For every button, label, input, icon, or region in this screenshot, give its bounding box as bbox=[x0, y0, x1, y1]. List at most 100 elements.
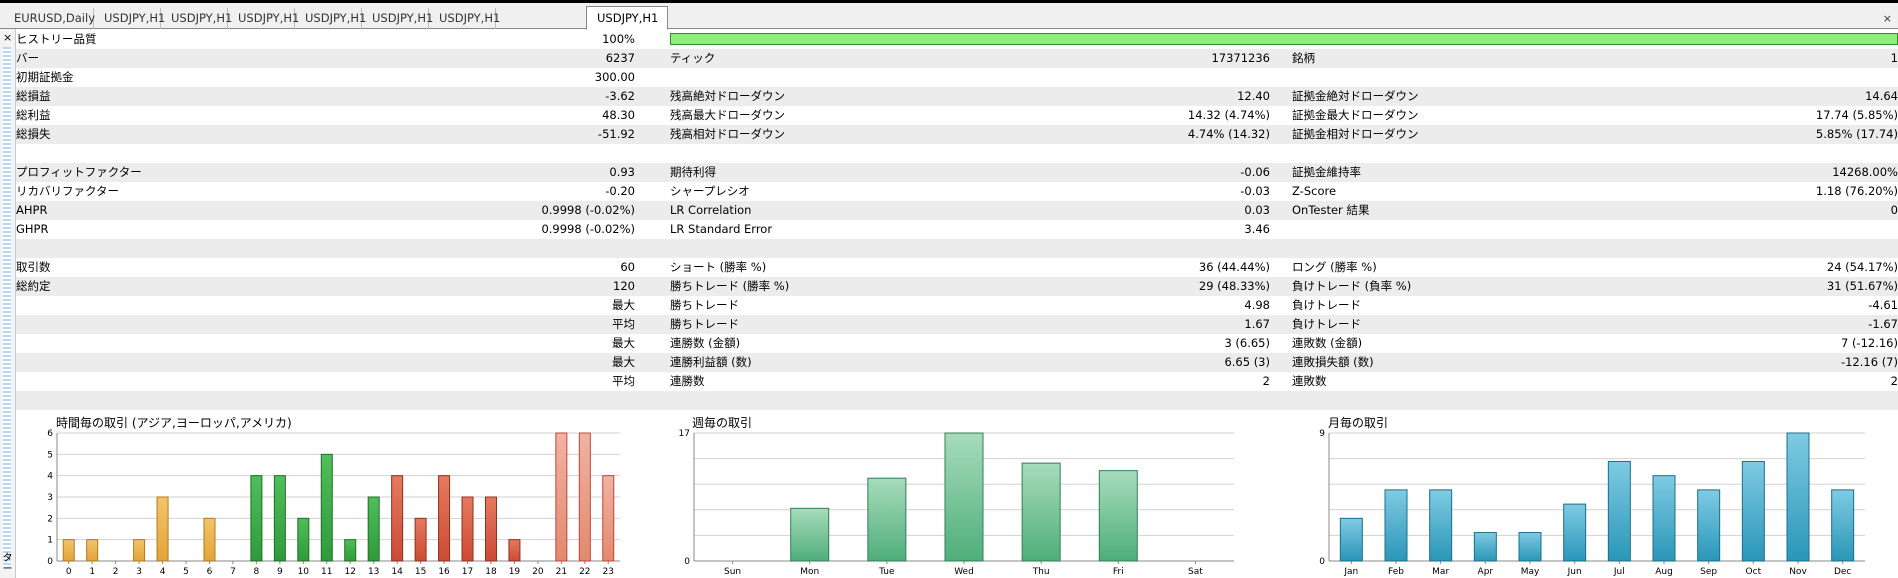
backtest-report: ヒストリー品質 100% バー 6237 ティック 17371236 銘柄 1 初期証拠金 3… bbox=[16, 30, 1898, 410]
report-row: 取引数 60 ショート (勝率 %) 36 (44.44%) ロング (勝率 %) 24 … bbox=[16, 258, 1898, 277]
x-tick-label: 19 bbox=[509, 567, 521, 577]
report-row: リカバリファクター -0.20 シャープレシオ -0.03 Z-Score 1.18 (7… bbox=[16, 182, 1898, 201]
report-cell-value-1: 0.93 bbox=[609, 165, 635, 179]
tab-eurusd-daily[interactable]: EURUSD,Daily bbox=[4, 8, 95, 29]
report-cell-value-1: 0.9998 (-0.02%) bbox=[541, 222, 635, 236]
report-row bbox=[16, 144, 1898, 163]
x-tick-label: Sun bbox=[724, 567, 741, 577]
x-tick-label: 9 bbox=[277, 567, 283, 577]
y-tick-label: 0 bbox=[1319, 557, 1325, 567]
x-tick-label: 7 bbox=[230, 567, 236, 577]
report-cell-value-3: 14.64 bbox=[1865, 89, 1898, 103]
x-tick-label: 23 bbox=[603, 567, 614, 577]
x-tick-label: 15 bbox=[415, 567, 426, 577]
tab-usdjpy-h1-4[interactable]: USDJPY,H1 bbox=[295, 8, 366, 29]
report-cell-value-3: -4.61 bbox=[1868, 298, 1898, 312]
x-tick-label: 10 bbox=[298, 567, 310, 577]
report-cell-value-1: 平均 bbox=[612, 317, 635, 331]
bar bbox=[1741, 460, 1765, 562]
report-cell-label-2: 残高最大ドローダウン bbox=[670, 108, 785, 122]
report-cell-value-2: 3.46 bbox=[1244, 222, 1270, 236]
report-cell-value-2: 12.40 bbox=[1237, 89, 1270, 103]
report-cell-label-3: ロング (勝率 %) bbox=[1292, 260, 1377, 274]
bar bbox=[344, 539, 357, 562]
tab-usdjpy-h1-3[interactable]: USDJPY,H1 bbox=[228, 8, 299, 29]
report-cell-value-2: 3 (6.65) bbox=[1224, 336, 1270, 350]
bar bbox=[508, 539, 521, 562]
report-cell-value-2: 4.98 bbox=[1244, 298, 1270, 312]
report-cell-value-3: 31 (51.67%) bbox=[1826, 279, 1898, 293]
report-row: 総損失 -51.92 残高相対ドローダウン 4.74% (14.32) 証拠金相対ドロー… bbox=[16, 125, 1898, 144]
bar bbox=[273, 475, 286, 562]
report-cell-label-3: 連敗数 bbox=[1292, 374, 1327, 388]
report-cell-value-3: 5.85% (17.74) bbox=[1815, 127, 1898, 141]
bar bbox=[297, 517, 310, 562]
tab-usdjpy-h1-active[interactable]: USDJPY,H1 bbox=[586, 6, 668, 30]
report-cell-value-3: -1.67 bbox=[1868, 317, 1898, 331]
x-tick-label: 11 bbox=[321, 567, 332, 577]
report-cell-value-3: 7 (-12.16) bbox=[1840, 336, 1898, 350]
y-tick-label: 1 bbox=[47, 536, 53, 546]
report-cell-label-3: 負けトレード bbox=[1292, 317, 1361, 331]
bar bbox=[790, 507, 830, 562]
report-cell-value-1: 平均 bbox=[612, 374, 635, 388]
x-tick-label: 21 bbox=[556, 567, 567, 577]
report-cell-value-1: -51.92 bbox=[597, 127, 635, 141]
close-icon[interactable]: × bbox=[1883, 12, 1892, 25]
x-tick-label: Jul bbox=[1613, 567, 1625, 577]
bar bbox=[602, 475, 615, 562]
tab-usdjpy-h1-1[interactable]: USDJPY,H1 bbox=[94, 8, 165, 29]
x-tick-label: Mar bbox=[1432, 567, 1449, 577]
report-cell-label-2: 勝ちトレード bbox=[670, 298, 739, 312]
bar bbox=[1786, 432, 1810, 562]
report-cell-value-2: -0.06 bbox=[1240, 165, 1270, 179]
x-tick-label: 16 bbox=[438, 567, 450, 577]
report-cell-label-2: 連勝利益額 (数) bbox=[670, 355, 752, 369]
report-row: 総約定 120 勝ちトレード (勝率 %) 29 (48.33%) 負けトレード (負率… bbox=[16, 277, 1898, 296]
bar bbox=[1473, 532, 1497, 562]
x-tick-label: 18 bbox=[485, 567, 497, 577]
bar bbox=[391, 475, 404, 562]
report-cell-label-3: Z-Score bbox=[1292, 184, 1337, 198]
report-row: バー 6237 ティック 17371236 銘柄 1 bbox=[16, 49, 1898, 68]
x-tick-label: 20 bbox=[532, 567, 544, 577]
report-cell-label-3: 連敗損失額 (数) bbox=[1292, 355, 1374, 369]
close-icon[interactable]: × bbox=[3, 31, 12, 44]
x-tick-label: Mon bbox=[800, 567, 819, 577]
x-tick-label: May bbox=[1521, 567, 1540, 577]
hourly-trades-chart: 01234560 1 2 3 4 5 6 7 8 9 10 11 12 13 14 15 16 17 18 19 20 2… bbox=[47, 429, 620, 577]
report-cell-label-2: 勝ちトレード bbox=[670, 317, 739, 331]
bar bbox=[156, 496, 169, 562]
report-cell-label-3: OnTester 結果 bbox=[1292, 203, 1370, 217]
report-cell-value-3: 1.18 (76.20%) bbox=[1815, 184, 1898, 198]
report-row: 平均 勝ちトレード 1.67 負けトレード -1.67 bbox=[16, 315, 1898, 334]
x-tick-label: Wed bbox=[954, 567, 974, 577]
bar bbox=[1607, 460, 1631, 562]
tab-usdjpy-h1-5[interactable]: USDJPY,H1 bbox=[362, 8, 433, 29]
report-cell-value-1: 0.9998 (-0.02%) bbox=[541, 203, 635, 217]
report-cell-label-3: 証拠金相対ドローダウン bbox=[1292, 127, 1419, 141]
report-row: プロフィットファクター 0.93 期待利得 -0.06 証拠金維持率 14268.00% bbox=[16, 163, 1898, 182]
bar bbox=[414, 517, 427, 562]
x-tick-label: 3 bbox=[136, 567, 142, 577]
bar bbox=[367, 496, 380, 562]
x-tick-label: Oct bbox=[1746, 567, 1762, 577]
bar bbox=[867, 477, 907, 562]
bar bbox=[320, 453, 333, 562]
report-cell-value-2: 2 bbox=[1262, 374, 1270, 388]
report-cell-label-2: LR Standard Error bbox=[670, 222, 773, 236]
report-cell-value-2: -0.03 bbox=[1240, 184, 1270, 198]
report-cell-label-2: LR Correlation bbox=[670, 203, 752, 217]
tab-usdjpy-h1-6[interactable]: USDJPY,H1 bbox=[429, 8, 500, 29]
bar bbox=[1831, 489, 1855, 562]
x-tick-label: Aug bbox=[1655, 567, 1673, 577]
report-cell-value-1: 48.30 bbox=[602, 108, 635, 122]
report-cell-value-1: 6237 bbox=[605, 51, 635, 65]
tab-usdjpy-h1-2[interactable]: USDJPY,H1 bbox=[161, 8, 232, 29]
bar bbox=[461, 496, 474, 562]
x-tick-label: Feb bbox=[1388, 567, 1404, 577]
report-row: 総損益 -3.62 残高絶対ドローダウン 12.40 証拠金絶対ドローダウン 14.64 bbox=[16, 87, 1898, 106]
report-cell-label-1: 総約定 bbox=[16, 279, 51, 293]
bar bbox=[1098, 470, 1138, 562]
x-tick-label: Apr bbox=[1478, 567, 1494, 577]
